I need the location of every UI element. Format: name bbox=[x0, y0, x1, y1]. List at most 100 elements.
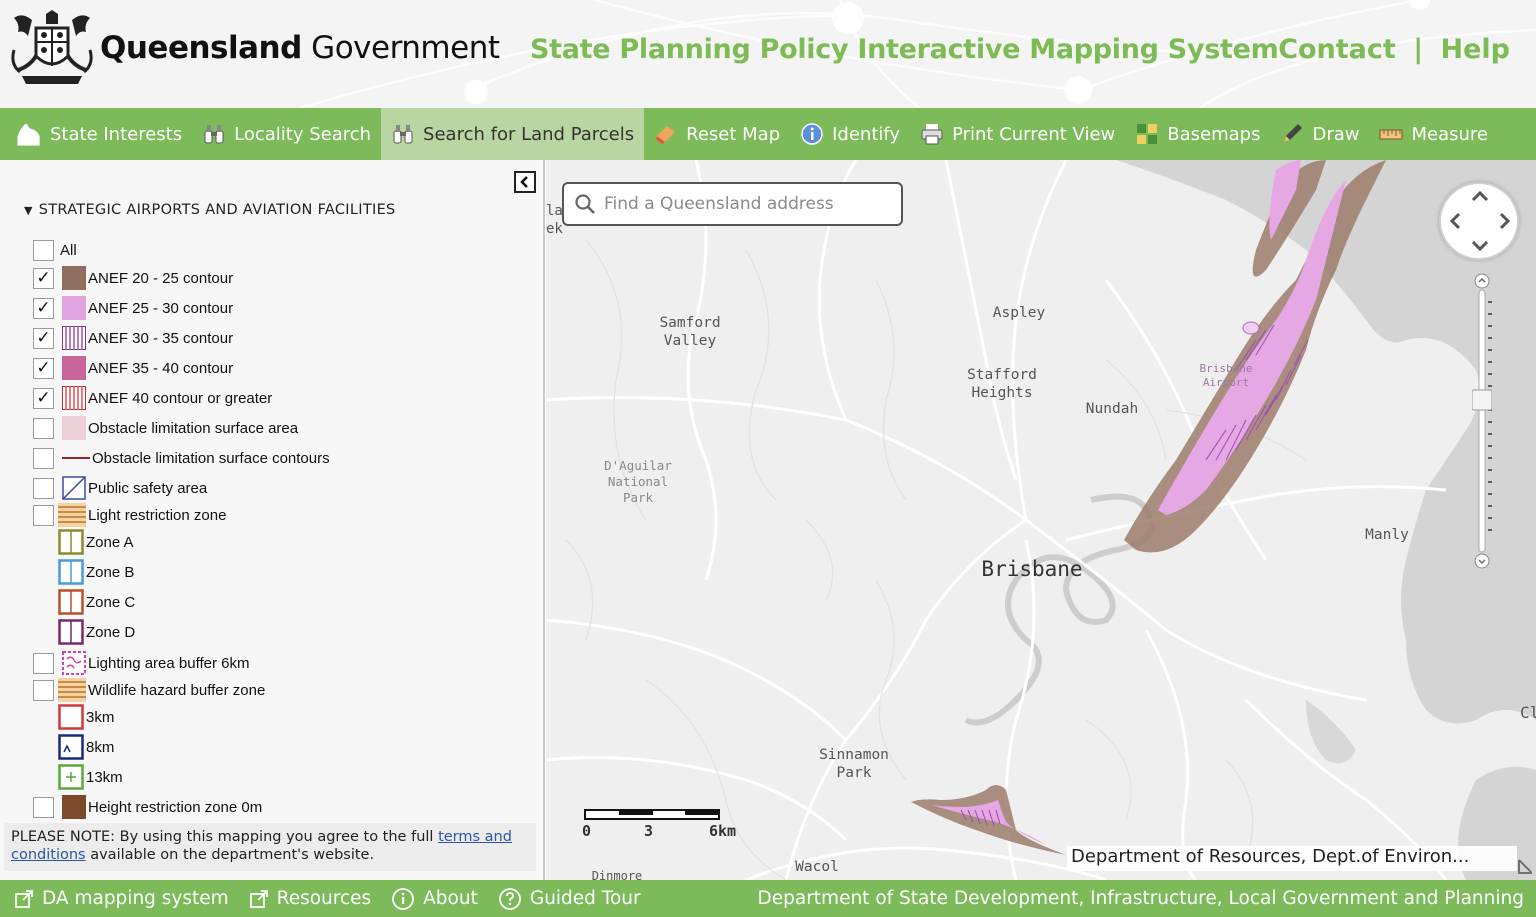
layer-checkbox[interactable]: ✓ bbox=[33, 387, 54, 409]
layer-row-anef-30-35: ✓ ANEF 30 - 35 contour bbox=[33, 325, 233, 351]
binoculars-icon bbox=[393, 125, 413, 144]
reset-map-button[interactable]: Reset Map bbox=[644, 108, 790, 160]
basemap bbox=[546, 160, 1536, 880]
layer-checkbox[interactable]: ✓ bbox=[33, 297, 54, 319]
guided-tour-link[interactable]: Guided Tour bbox=[498, 887, 641, 911]
layer-row-ols-area: Obstacle limitation surface area bbox=[33, 415, 298, 441]
help-link[interactable]: Help bbox=[1441, 34, 1511, 65]
toolbar-label: Reset Map bbox=[686, 123, 781, 145]
map-label-airport: Brisbane Airport bbox=[1199, 362, 1253, 389]
draw-button[interactable]: Draw bbox=[1270, 108, 1369, 160]
layer-checkbox[interactable] bbox=[33, 417, 54, 439]
public-safety-swatch bbox=[62, 476, 86, 500]
layer-checkbox[interactable]: ✓ bbox=[33, 267, 54, 289]
about-link[interactable]: About bbox=[391, 887, 478, 911]
layer-row-public-safety: Public safety area bbox=[33, 475, 207, 501]
layer-row-ols-contours: Obstacle limitation surface contours bbox=[33, 445, 330, 471]
anef-30-35-swatch bbox=[62, 326, 86, 350]
layer-checkbox[interactable]: ✓ bbox=[33, 327, 54, 349]
basemaps-icon bbox=[1137, 124, 1158, 144]
footer-link-label: Guided Tour bbox=[529, 888, 641, 909]
scale-bar: 0 3 6km bbox=[582, 808, 742, 848]
layer-checkbox[interactable] bbox=[33, 447, 54, 469]
layer-row-3km: 3km bbox=[58, 704, 114, 730]
footer-link-label: About bbox=[423, 888, 478, 909]
toolbar-label: Locality Search bbox=[234, 123, 372, 145]
scale-bar-graphic bbox=[584, 809, 720, 820]
pan-control[interactable] bbox=[1439, 182, 1519, 260]
layer-row-anef-20-25: ✓ ANEF 20 - 25 contour bbox=[33, 265, 233, 291]
map-attribution: Department of Resources, Dept.of Environ… bbox=[1067, 846, 1517, 871]
zone-d-swatch bbox=[58, 619, 84, 645]
layer-row-anef-40: ✓ ANEF 40 contour or greater bbox=[33, 385, 272, 411]
wildlife-3km-swatch bbox=[58, 704, 84, 730]
ols-area-swatch bbox=[62, 416, 86, 440]
toolbar-label: Identify bbox=[832, 123, 901, 145]
layer-row-zone-a: Zone A bbox=[58, 529, 134, 555]
wildlife-13km-swatch bbox=[58, 764, 84, 790]
layer-label: ANEF 40 contour or greater bbox=[88, 389, 273, 407]
layer-checkbox[interactable] bbox=[33, 679, 54, 701]
toolbar-label: Draw bbox=[1312, 123, 1360, 145]
layer-row-zone-d: Zone D bbox=[58, 619, 135, 645]
layer-label: Zone B bbox=[86, 563, 135, 581]
state-interests-button[interactable]: State Interests bbox=[0, 108, 192, 160]
lighting-buffer-swatch bbox=[62, 651, 86, 675]
section-header[interactable]: ▼ STRATEGIC AIRPORTS AND AVIATION FACILIT… bbox=[24, 202, 396, 218]
info-icon bbox=[801, 123, 823, 145]
resize-corner-icon[interactable] bbox=[1515, 856, 1535, 876]
layer-checkbox[interactable] bbox=[33, 504, 54, 526]
address-search-input[interactable] bbox=[604, 194, 884, 214]
eraser-icon bbox=[656, 126, 676, 144]
map-view[interactable]: Samford Valley Aspley Stafford Heights Nun… bbox=[546, 160, 1536, 880]
layer-label: Light restriction zone bbox=[88, 506, 227, 524]
zone-c-swatch bbox=[58, 589, 84, 615]
map-label-edge-right: Cl bbox=[1520, 703, 1536, 722]
map-label-aspley: Aspley bbox=[992, 305, 1046, 321]
footer-link-label: Resources bbox=[276, 888, 372, 909]
layer-label: ANEF 30 - 35 contour bbox=[88, 329, 234, 347]
zoom-slider[interactable] bbox=[1472, 272, 1492, 572]
layer-row-zone-c: Zone C bbox=[58, 589, 135, 615]
map-label-manly: Manly bbox=[1365, 527, 1409, 543]
measure-button[interactable]: Measure bbox=[1369, 108, 1498, 160]
layer-checkbox[interactable] bbox=[33, 239, 54, 261]
toolbar-label: Search for Land Parcels bbox=[423, 123, 635, 145]
layer-checkbox[interactable] bbox=[33, 477, 54, 499]
main-toolbar: State Interests Locality Search Search f… bbox=[0, 108, 1536, 160]
footer: DA mapping system Resources About Guided… bbox=[0, 880, 1536, 917]
basemaps-button[interactable]: Basemaps bbox=[1125, 108, 1270, 160]
layers-panel: ▼ STRATEGIC AIRPORTS AND AVIATION FACILIT… bbox=[0, 160, 545, 880]
layer-row-zone-b: Zone B bbox=[58, 559, 134, 585]
resources-link[interactable]: Resources bbox=[249, 888, 371, 909]
pen-icon bbox=[1284, 124, 1303, 142]
scale-label-end: 6km bbox=[709, 822, 737, 840]
search-land-parcels-button[interactable]: Search for Land Parcels bbox=[381, 108, 645, 160]
identify-button[interactable]: Identify bbox=[790, 108, 910, 160]
anef-25-30-swatch bbox=[62, 296, 86, 320]
layer-checkbox[interactable] bbox=[33, 796, 54, 818]
layer-label: Lighting area buffer 6km bbox=[88, 654, 250, 672]
layer-label: ANEF 35 - 40 contour bbox=[88, 359, 234, 377]
hand-icon bbox=[17, 123, 40, 146]
layer-checkbox[interactable]: ✓ bbox=[33, 357, 54, 379]
section-title: STRATEGIC AIRPORTS AND AVIATION FACILITI… bbox=[38, 202, 396, 218]
layer-label: Zone A bbox=[86, 533, 134, 551]
map-label-daguilar: D'Aguilar National Park bbox=[604, 458, 672, 505]
layer-label: Height restriction zone 0m bbox=[88, 798, 263, 816]
da-mapping-system-link[interactable]: DA mapping system bbox=[14, 888, 229, 909]
layer-checkbox[interactable] bbox=[33, 652, 54, 674]
caret-down-icon: ▼ bbox=[24, 204, 33, 217]
contact-link[interactable]: Contact bbox=[1278, 34, 1396, 65]
locality-search-button[interactable]: Locality Search bbox=[192, 108, 381, 160]
print-current-view-button[interactable]: Print Current View bbox=[910, 108, 1125, 160]
external-link-icon bbox=[249, 889, 268, 908]
ruler-icon bbox=[1379, 129, 1403, 140]
collapse-panel-button[interactable] bbox=[514, 171, 536, 193]
toolbar-label: Basemaps bbox=[1167, 123, 1261, 145]
system-title: State Planning Policy Interactive Mappin… bbox=[530, 34, 1279, 65]
layer-row-13km: 13km bbox=[58, 764, 123, 790]
layer-row-lighting-buffer: Lighting area buffer 6km bbox=[33, 650, 250, 676]
map-label-brisbane: Brisbane bbox=[981, 557, 1083, 581]
address-search-box[interactable] bbox=[562, 182, 903, 226]
